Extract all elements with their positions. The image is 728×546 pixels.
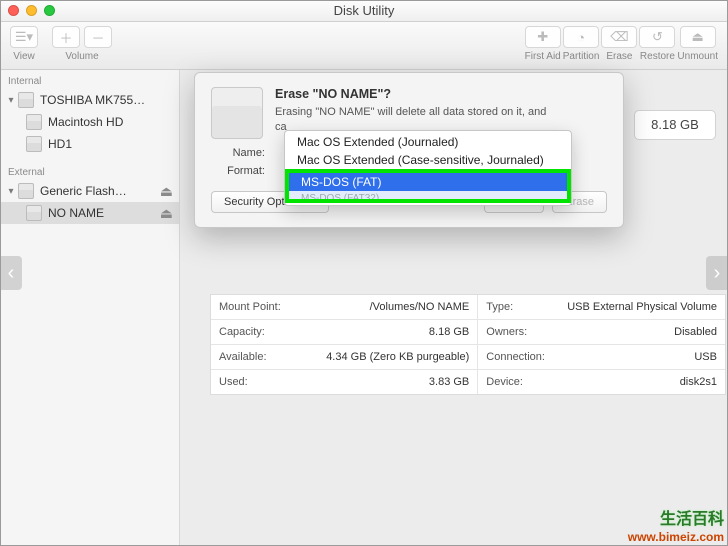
restore-label: Restore xyxy=(640,51,675,62)
info-value: disk2s1 xyxy=(680,376,717,388)
info-value: Disabled xyxy=(674,326,717,338)
sidebar-item-label: NO NAME xyxy=(48,206,104,220)
toolbar: ☰▾ View ＋ － Volume ✚ First Aid ◔ Partition… xyxy=(0,22,728,70)
info-key: Type: xyxy=(486,301,513,313)
eject-icon[interactable]: ⏏ xyxy=(160,205,173,222)
watermark-text: 生活百科 xyxy=(628,510,724,529)
sidebar: Internal TOSHIBA MK755… Macintosh HD HD1… xyxy=(0,70,180,546)
disclosure-triangle-icon[interactable] xyxy=(4,95,18,106)
format-field-label: Format: xyxy=(211,165,273,177)
info-key: Used: xyxy=(219,376,248,388)
volume-info-table: Mount Point: /Volumes/NO NAME Type: USB Ex… xyxy=(210,294,726,395)
info-value: 8.18 GB xyxy=(429,326,469,338)
restore-button[interactable]: ↺ xyxy=(639,26,675,48)
dropdown-item[interactable]: Mac OS Extended (Journaled) xyxy=(285,133,571,151)
sidebar-disk-generic-flash[interactable]: Generic Flash… ⏏ xyxy=(0,180,179,202)
hdd-icon xyxy=(18,92,34,108)
table-row: Capacity: 8.18 GB Owners: Disabled xyxy=(211,320,725,345)
erase-icon: ⌫ xyxy=(610,29,628,45)
first-aid-label: First Aid xyxy=(525,51,561,62)
hdd-icon xyxy=(26,136,42,152)
toolbar-actions: ✚ First Aid ◔ Partition ⌫ Erase ↺ Restore ⏏ U… xyxy=(525,26,718,62)
drive-icon xyxy=(211,87,263,139)
sidebar-item-label: TOSHIBA MK755… xyxy=(40,93,145,107)
pie-icon: ◔ xyxy=(577,30,585,45)
info-key: Owners: xyxy=(486,326,527,338)
title-bar: Disk Utility xyxy=(0,0,728,22)
sidebar-internal-header: Internal xyxy=(0,74,179,89)
sheet-title: Erase "NO NAME"? xyxy=(275,87,546,101)
capacity-button[interactable]: 8.18 GB xyxy=(634,110,716,140)
info-key: Connection: xyxy=(486,351,545,363)
eject-icon: ⏏ xyxy=(692,29,704,45)
toolbar-view-group: ☰▾ View xyxy=(10,26,38,62)
partition-label: Partition xyxy=(563,51,600,62)
info-value: USB xyxy=(694,351,717,363)
name-field-label: Name: xyxy=(211,147,273,159)
toolbar-view-label: View xyxy=(13,51,35,62)
sidebar-volume-macintosh-hd[interactable]: Macintosh HD xyxy=(0,111,179,133)
info-value: 4.34 GB (Zero KB purgeable) xyxy=(326,351,469,363)
table-row: Mount Point: /Volumes/NO NAME Type: USB Ex… xyxy=(211,295,725,320)
dropdown-item-selected[interactable]: MS-DOS (FAT) xyxy=(289,173,567,191)
highlight-box: MS-DOS (FAT) MS-DOS (FAT32) xyxy=(285,169,571,203)
watermark: 生活百科 www.bimeiz.com xyxy=(628,510,724,544)
sidebar-external-header: External xyxy=(0,165,179,180)
stethoscope-icon: ✚ xyxy=(537,29,548,45)
info-value: /Volumes/NO NAME xyxy=(370,301,470,313)
info-value: USB External Physical Volume xyxy=(567,301,717,313)
format-dropdown[interactable]: Mac OS Extended (Journaled) Mac OS Exten… xyxy=(284,130,572,206)
prev-image-button[interactable]: ‹ xyxy=(0,256,22,290)
window-title: Disk Utility xyxy=(0,3,728,18)
first-aid-button[interactable]: ✚ xyxy=(525,26,561,48)
erase-label: Erase xyxy=(606,51,632,62)
eject-icon[interactable]: ⏏ xyxy=(160,183,173,200)
hdd-icon xyxy=(26,114,42,130)
sidebar-volume-hd1[interactable]: HD1 xyxy=(0,133,179,155)
info-key: Available: xyxy=(219,351,267,363)
disclosure-triangle-icon[interactable] xyxy=(4,186,18,197)
sidebar-volume-no-name[interactable]: NO NAME ⏏ xyxy=(0,202,179,224)
table-row: Available: 4.34 GB (Zero KB purgeable) Co… xyxy=(211,345,725,370)
info-key: Capacity: xyxy=(219,326,265,338)
erase-button[interactable]: ⌫ xyxy=(601,26,637,48)
sidebar-disk-toshiba[interactable]: TOSHIBA MK755… xyxy=(0,89,179,111)
info-key: Device: xyxy=(486,376,523,388)
toolbar-volume-label: Volume xyxy=(65,51,98,62)
usb-drive-icon xyxy=(18,183,34,199)
unmount-button[interactable]: ⏏ xyxy=(680,26,716,48)
sidebar-item-label: Macintosh HD xyxy=(48,115,123,129)
watermark-url: www.bimeiz.com xyxy=(628,530,724,544)
dropdown-item[interactable]: Mac OS Extended (Case-sensitive, Journal… xyxy=(285,151,571,169)
info-value: 3.83 GB xyxy=(429,376,469,388)
sidebar-item-label: Generic Flash… xyxy=(40,184,127,198)
view-button[interactable]: ☰▾ xyxy=(10,26,38,48)
info-key: Mount Point: xyxy=(219,301,281,313)
volume-remove-button[interactable]: － xyxy=(84,26,112,48)
usb-drive-icon xyxy=(26,205,42,221)
volume-add-button[interactable]: ＋ xyxy=(52,26,80,48)
sidebar-item-label: HD1 xyxy=(48,137,72,151)
toolbar-volume-group: ＋ － Volume xyxy=(52,26,112,62)
dropdown-item[interactable]: MS-DOS (FAT32) xyxy=(289,191,567,199)
restore-icon: ↺ xyxy=(652,29,663,45)
unmount-label: Unmount xyxy=(677,51,718,62)
partition-button[interactable]: ◔ xyxy=(563,26,599,48)
sheet-desc-line1: Erasing "NO NAME" will delete all data s… xyxy=(275,106,546,118)
table-row: Used: 3.83 GB Device: disk2s1 xyxy=(211,370,725,394)
next-image-button[interactable]: › xyxy=(706,256,728,290)
